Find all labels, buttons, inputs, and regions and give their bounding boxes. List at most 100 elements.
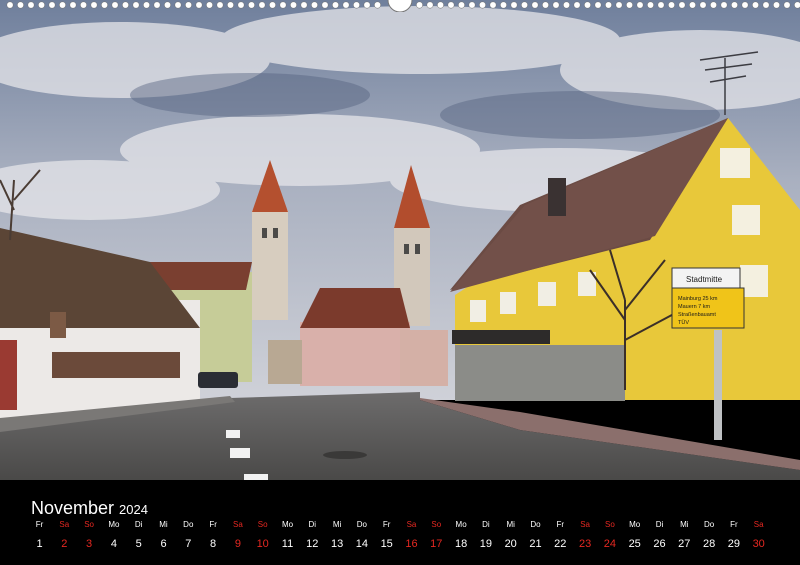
ring-hole [111, 1, 119, 9]
day-cell: So 24 [600, 520, 620, 551]
day-number: 20 [504, 538, 517, 550]
day-cell: Do 7 [178, 520, 198, 551]
ring-hole [6, 1, 14, 9]
ring-hole [510, 1, 518, 9]
ring-hole [174, 1, 182, 9]
ring-hole [689, 1, 696, 9]
day-number: 19 [479, 538, 493, 550]
ring-hole [794, 1, 800, 9]
ring-hole [615, 1, 623, 9]
weekday-label: Fr [556, 520, 565, 529]
day-number: 21 [529, 538, 542, 550]
day-cell: Mi 6 [154, 520, 174, 551]
ring-hole [216, 1, 224, 9]
ring-hole [185, 1, 192, 9]
ring-hole [59, 1, 66, 9]
ring-hole [752, 1, 759, 9]
day-cell: Do 28 [699, 520, 719, 551]
day-number: 11 [281, 538, 294, 550]
weekday-label: Mo [108, 520, 120, 529]
ring-hole [48, 1, 56, 9]
day-cell: So 10 [253, 520, 273, 551]
ring-hole [489, 1, 497, 9]
weekday-label: Do [356, 520, 367, 529]
ring-hole [542, 1, 549, 9]
ring-hole [27, 1, 35, 9]
small-house [268, 340, 302, 384]
day-number: 14 [355, 538, 369, 550]
ring-hole [636, 1, 644, 9]
day-cell: Mo 4 [104, 520, 124, 551]
ring-hole [584, 1, 591, 9]
ring-hole [731, 1, 738, 9]
weekday-label: Sa [406, 520, 417, 529]
ring-hole [363, 1, 371, 9]
day-cell: So 17 [426, 520, 446, 551]
day-number: 22 [554, 538, 567, 550]
ring-hole [90, 1, 98, 9]
ring-hole [248, 1, 255, 9]
ring-hole [437, 1, 444, 9]
ring-hole [416, 1, 423, 9]
day-cell: Sa 16 [402, 520, 422, 551]
ring-hole [573, 1, 581, 9]
day-number: 25 [628, 538, 641, 550]
day-cell: Fr 15 [377, 520, 397, 551]
day-number: 6 [160, 538, 167, 550]
weekday-label: Mo [629, 520, 641, 529]
ring-hole [122, 1, 129, 9]
day-number: 17 [430, 538, 443, 550]
day-number: 28 [702, 538, 716, 550]
day-row: Fr 1 Sa 2 So 3 Mo 4 Di 5 Mi 6 Do 7 Fr 8 Sa 9 So 10 Mo 11 Di 12 M… [0, 520, 800, 560]
ring-hole [237, 1, 245, 9]
weekday-label: Fr [209, 520, 217, 529]
day-cell: Sa 23 [575, 520, 595, 551]
day-cell: Sa 30 [749, 520, 769, 551]
ring-hole [374, 1, 381, 9]
weekday-label: Fr [382, 520, 391, 529]
weekday-label: Mi [159, 520, 168, 529]
ring-hole [468, 1, 476, 9]
binding-rings [6, 0, 800, 12]
weekday-label: So [604, 520, 615, 529]
calendar-photo: Stadtmitte Mainburg 25 km Mauern 7 km St… [0, 0, 800, 480]
weekday-label: Do [530, 520, 541, 529]
day-cell: Do 21 [526, 520, 546, 551]
ring-hole [321, 1, 329, 9]
day-cell: Di 12 [302, 520, 322, 551]
ring-hole [531, 1, 539, 9]
day-cell: Do 14 [352, 520, 372, 551]
day-cell: Fr 8 [203, 520, 223, 551]
day-cell: Mo 11 [278, 520, 298, 551]
ring-hole [227, 1, 234, 9]
ring-hole [311, 1, 318, 9]
ring-hole [426, 1, 434, 9]
day-cell: Mi 20 [501, 520, 521, 551]
day-cell: Di 26 [650, 520, 670, 551]
day-cell: So 3 [79, 520, 99, 551]
ring-hole [657, 1, 665, 9]
day-cell: Sa 2 [54, 520, 74, 551]
ring-hole [783, 1, 791, 9]
day-cell: Mo 18 [451, 520, 471, 551]
day-number: 15 [380, 538, 393, 550]
day-cell: Fr 29 [724, 520, 744, 551]
day-cell: Di 19 [476, 520, 496, 551]
year-label: 2024 [119, 502, 148, 517]
ring-hole [594, 1, 602, 9]
day-number: 30 [752, 538, 765, 550]
day-cell: Mo 25 [625, 520, 645, 551]
day-cell: Fr 22 [550, 520, 570, 551]
svg-text:Mauern 7 km: Mauern 7 km [678, 304, 711, 310]
weekday-label: Di [655, 520, 664, 529]
ring-hole [80, 1, 87, 9]
day-number: 16 [405, 538, 418, 550]
weekday-label: Mo [455, 520, 467, 529]
day-number: 2 [61, 538, 68, 550]
day-number: 26 [653, 538, 666, 550]
ring-hole [521, 1, 528, 9]
weekday-label: Sa [59, 520, 70, 529]
weekday-label: Di [308, 520, 317, 529]
ring-hole [153, 1, 161, 9]
ring-hole [332, 1, 339, 9]
